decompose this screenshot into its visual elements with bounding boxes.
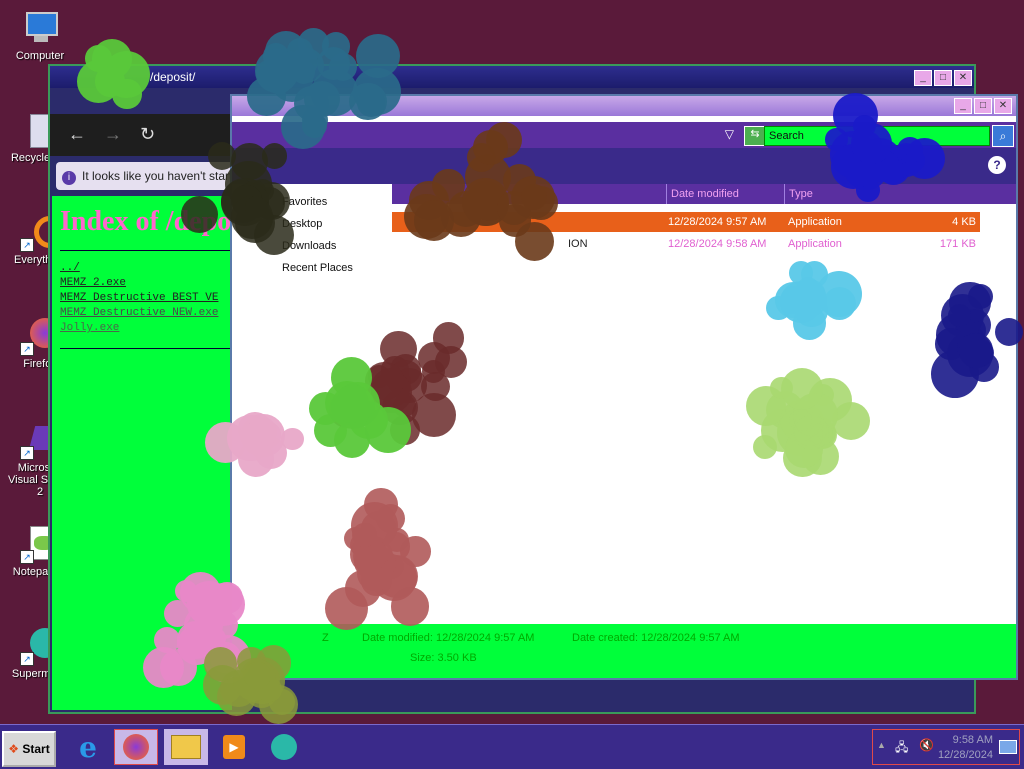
details-pane: Z Date modified: 12/28/2024 9:57 AM Date… bbox=[232, 624, 1016, 678]
internet-explorer-icon: e bbox=[79, 730, 97, 764]
desktop-icon-label: Computer bbox=[15, 50, 65, 62]
paint-blob bbox=[850, 122, 892, 165]
paint-blob bbox=[967, 284, 993, 310]
paint-blob bbox=[174, 579, 197, 602]
paint-blob bbox=[795, 295, 828, 328]
browser-title: /deposit/ bbox=[150, 70, 196, 84]
clock-date: 12/28/2024 bbox=[937, 749, 993, 761]
taskbar-app-firefox[interactable] bbox=[114, 729, 158, 765]
help-icon[interactable]: ? bbox=[988, 156, 1006, 174]
file-date: 12/28/2024 9:58 AM bbox=[668, 238, 767, 250]
file-link[interactable]: MEMZ Destructive NEW.exe bbox=[60, 306, 232, 321]
system-tray: ▲ 🖧 🔇 9:58 AM 12/28/2024 bbox=[872, 729, 1020, 765]
browser-window-controls: _ □ ✕ bbox=[914, 70, 972, 86]
paint-blob bbox=[794, 414, 830, 450]
file-type: Application bbox=[788, 238, 842, 250]
minimize-button[interactable]: _ bbox=[914, 70, 932, 86]
paint-blob bbox=[352, 522, 377, 548]
file-link[interactable]: MEMZ 2.exe bbox=[60, 276, 232, 291]
paint-blob bbox=[324, 586, 369, 630]
explorer-window-controls: _ □ ✕ bbox=[954, 98, 1012, 114]
file-link[interactable]: ../ bbox=[60, 261, 232, 276]
close-button[interactable]: ✕ bbox=[954, 70, 972, 86]
info-icon: i bbox=[62, 171, 76, 185]
close-button[interactable]: ✕ bbox=[994, 98, 1012, 114]
paint-blob bbox=[281, 427, 305, 451]
windows-logo-icon: ❖ bbox=[8, 742, 20, 756]
paint-blob bbox=[316, 46, 351, 80]
file-link[interactable]: Jolly.exe bbox=[60, 321, 232, 336]
start-button[interactable]: ❖ Start bbox=[2, 731, 56, 767]
taskbar: ❖ Start e ▶ ▲ 🖧 🔇 9:58 AM 12/28/2024 bbox=[0, 724, 1024, 769]
paint-blob bbox=[239, 425, 263, 449]
file-row[interactable]: ION 12/28/2024 9:58 AM Application 171 K… bbox=[392, 234, 980, 254]
column-type[interactable]: Type bbox=[784, 184, 979, 204]
back-button[interactable]: ← bbox=[68, 124, 86, 145]
taskbar-app-supermium[interactable] bbox=[262, 729, 306, 765]
clock[interactable]: 9:58 AM 12/28/2024 bbox=[938, 733, 993, 763]
paint-blob bbox=[995, 318, 1024, 346]
volume-muted-icon[interactable]: 🔇 bbox=[919, 738, 934, 752]
paint-blob bbox=[752, 434, 778, 459]
file-size: 171 KB bbox=[939, 238, 976, 250]
firefox-icon bbox=[123, 734, 149, 760]
paint-blob bbox=[789, 260, 814, 285]
show-desktop-button[interactable] bbox=[999, 740, 1017, 754]
nav-item-recent-places[interactable]: Recent Places bbox=[282, 262, 353, 274]
paint-blob bbox=[208, 141, 237, 170]
file-type: Application bbox=[788, 216, 842, 228]
paint-blob bbox=[143, 647, 184, 689]
info-bar-text: It looks like you haven't started bbox=[82, 169, 242, 183]
paint-blob bbox=[472, 129, 508, 165]
paint-blob bbox=[280, 104, 325, 150]
file-link[interactable]: MEMZ Destructive BEST VE bbox=[60, 291, 232, 306]
details-name: Z bbox=[322, 632, 329, 644]
show-hidden-icons-icon[interactable]: ▲ bbox=[877, 740, 886, 750]
forward-button[interactable]: → bbox=[104, 124, 122, 145]
start-label: Start bbox=[22, 742, 50, 756]
file-explorer-icon bbox=[171, 735, 201, 759]
search-icon[interactable]: ⌕ bbox=[992, 125, 1014, 147]
network-icon[interactable]: 🖧 bbox=[895, 738, 908, 759]
paint-blob bbox=[780, 368, 823, 411]
paint-blob bbox=[413, 200, 455, 241]
paint-blob bbox=[94, 65, 126, 97]
maximize-button[interactable]: □ bbox=[974, 98, 992, 114]
address-dropdown-icon[interactable]: ▽ bbox=[725, 127, 734, 141]
media-player-icon: ▶ bbox=[223, 735, 245, 759]
column-date-modified[interactable]: Date modified bbox=[666, 184, 781, 204]
minimize-button[interactable]: _ bbox=[954, 98, 972, 114]
taskbar-app-media-player[interactable]: ▶ bbox=[212, 729, 256, 765]
paint-blob bbox=[180, 195, 219, 233]
taskbar-app-internet-explorer[interactable]: e bbox=[66, 729, 110, 765]
divider bbox=[60, 348, 230, 349]
paint-blob bbox=[514, 222, 554, 262]
reload-button[interactable]: ↻ bbox=[140, 124, 155, 145]
file-name: ION bbox=[568, 238, 588, 250]
paint-blob bbox=[261, 142, 288, 169]
paint-blob bbox=[314, 413, 348, 447]
file-date: 12/28/2024 9:57 AM bbox=[668, 216, 767, 228]
details-size: Size: 3.50 KB bbox=[410, 652, 477, 664]
computer-icon bbox=[20, 8, 60, 48]
file-size: 4 KB bbox=[952, 216, 976, 228]
details-date-modified: Date modified: 12/28/2024 9:57 AM bbox=[362, 632, 535, 644]
maximize-button[interactable]: □ bbox=[934, 70, 952, 86]
paint-blob bbox=[203, 647, 237, 681]
clock-time: 9:58 AM bbox=[952, 734, 993, 746]
taskbar-app-file-explorer[interactable] bbox=[164, 729, 208, 765]
refresh-button[interactable]: ⇆ bbox=[744, 126, 766, 146]
details-date-created: Date created: 12/28/2024 9:57 AM bbox=[572, 632, 740, 644]
paint-blob bbox=[364, 406, 411, 453]
paint-blob bbox=[948, 303, 972, 327]
paint-blob bbox=[432, 169, 465, 202]
browser-titlebar[interactable]: /deposit/ bbox=[50, 66, 974, 88]
paint-blob bbox=[189, 620, 215, 646]
supermium-icon bbox=[271, 734, 297, 760]
divider bbox=[60, 250, 230, 251]
desktop-icon-computer[interactable]: Computer bbox=[4, 8, 76, 62]
